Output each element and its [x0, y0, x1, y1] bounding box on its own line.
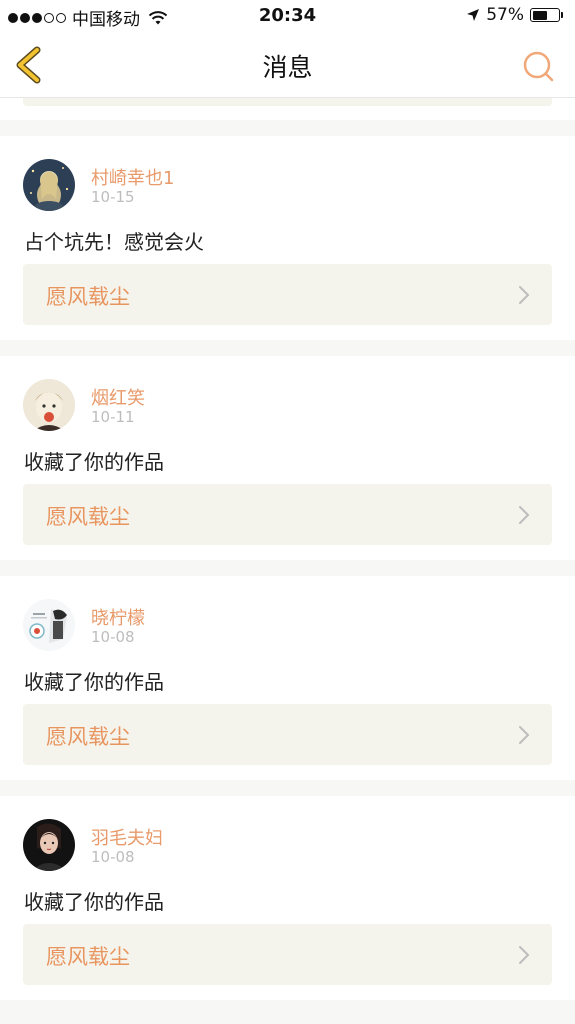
message-text: 收藏了你的作品: [24, 450, 164, 474]
chevron-right-icon: [519, 946, 530, 964]
message-feed[interactable]: 村崎幸也1 10-15 占个坑先！感觉会火 愿风载尘 烟红笑 10-11 收藏了…: [0, 98, 575, 1000]
message-date: 10-11: [91, 408, 135, 426]
message-text: 收藏了你的作品: [24, 670, 164, 694]
work-title: 愿风载尘: [46, 945, 130, 969]
search-icon: [523, 51, 554, 82]
status-right: 57%: [466, 5, 563, 25]
work-title: 愿风载尘: [46, 725, 130, 749]
work-link[interactable]: 愿风载尘: [23, 704, 552, 765]
search-button[interactable]: [521, 49, 555, 83]
username[interactable]: 烟红笑: [91, 384, 145, 410]
card-divider: [0, 340, 575, 356]
status-bar: 中国移动 20:34 57%: [0, 0, 575, 34]
username[interactable]: 晓柠檬: [91, 604, 145, 630]
card-divider: [0, 780, 575, 796]
card-divider: [0, 120, 575, 136]
chevron-right-icon: [519, 286, 530, 304]
message-card-partial: [0, 98, 575, 120]
location-arrow-icon: [467, 9, 480, 21]
username[interactable]: 羽毛夫妇: [91, 824, 163, 850]
page-title: 消息: [262, 53, 313, 82]
avatar-image: [23, 379, 75, 431]
message-card: 羽毛夫妇 10-08 收藏了你的作品 愿风载尘: [0, 796, 575, 1000]
message-card: 村崎幸也1 10-15 占个坑先！感觉会火 愿风载尘: [0, 136, 575, 340]
message-card: 烟红笑 10-11 收藏了你的作品 愿风载尘: [0, 356, 575, 560]
battery-percent: 57%: [486, 5, 524, 25]
chevron-right-icon: [519, 506, 530, 524]
message-text: 占个坑先！感觉会火: [24, 230, 204, 254]
card-divider: [0, 560, 575, 576]
message-text: 收藏了你的作品: [24, 890, 164, 914]
battery-tip: [561, 12, 563, 18]
avatar-image: [23, 819, 75, 871]
battery-fill: [532, 10, 547, 20]
avatar-image: [23, 159, 75, 211]
work-title: 愿风载尘: [46, 505, 130, 529]
avatar[interactable]: [23, 379, 75, 431]
battery-icon: [530, 8, 563, 22]
message-date: 10-08: [91, 848, 135, 866]
work-link[interactable]: 愿风载尘: [23, 264, 552, 325]
avatar-image: [23, 599, 75, 651]
username[interactable]: 村崎幸也1: [91, 164, 174, 190]
message-card: 晓柠檬 10-08 收藏了你的作品 愿风载尘: [0, 576, 575, 780]
work-link[interactable]: 愿风载尘: [23, 924, 552, 985]
work-link-partial[interactable]: [23, 98, 552, 106]
message-date: 10-15: [91, 188, 135, 206]
message-date: 10-08: [91, 628, 135, 646]
avatar[interactable]: [23, 159, 75, 211]
chevron-right-icon: [519, 726, 530, 744]
work-link[interactable]: 愿风载尘: [23, 484, 552, 545]
navigation-bar: 消息: [0, 34, 575, 98]
avatar[interactable]: [23, 599, 75, 651]
work-title: 愿风载尘: [46, 285, 130, 309]
avatar[interactable]: [23, 819, 75, 871]
battery-body: [530, 8, 560, 22]
